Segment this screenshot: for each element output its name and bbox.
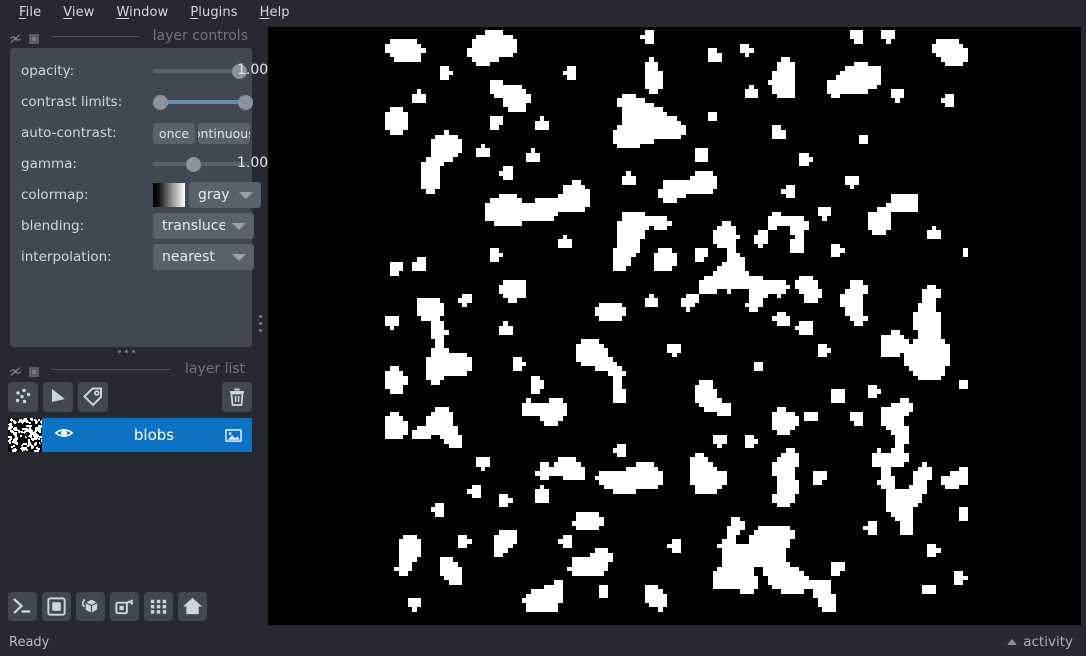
activity-button[interactable]: activity: [1007, 634, 1073, 650]
layer-buttons-row: [8, 382, 252, 412]
image-canvas[interactable]: [268, 27, 1081, 625]
layer-thumbnail: [8, 418, 42, 452]
blending-combobox[interactable]: translucent: [153, 213, 254, 239]
opacity-slider[interactable]: [153, 60, 247, 82]
menu-view[interactable]: View: [52, 3, 105, 22]
close-icon[interactable]: [28, 30, 41, 44]
labels-icon: [78, 385, 108, 409]
vertical-splitter-grip[interactable]: [259, 315, 262, 332]
dock-title-rule: [51, 368, 171, 370]
blending-label: blending:: [21, 218, 85, 234]
new-points-layer-button[interactable]: [8, 382, 38, 412]
layer-controls-label: layer controls: [152, 28, 248, 44]
close-icon[interactable]: [28, 363, 41, 377]
menu-window[interactable]: Window: [105, 3, 179, 22]
interpolation-combobox[interactable]: nearest: [153, 244, 254, 270]
menu-bar: File View Window Plugins Help: [0, 0, 1086, 24]
layer-name-label: blobs: [133, 426, 175, 444]
new-shapes-layer-button[interactable]: [43, 382, 73, 412]
trash-icon: [222, 385, 252, 409]
gamma-value: 1.00: [237, 155, 269, 171]
auto-contrast-continuous-label: continuous: [198, 125, 250, 141]
activity-label: activity: [1023, 634, 1073, 650]
console-icon: [8, 595, 37, 618]
status-message: Ready: [9, 634, 50, 650]
status-bar: Ready activity: [0, 628, 1086, 656]
contrast-limits-slider[interactable]: [153, 91, 253, 113]
menu-plugins[interactable]: Plugins: [179, 3, 248, 22]
layer-row-body[interactable]: blobs: [42, 418, 252, 452]
layer-list-label: layer list: [185, 361, 246, 377]
blending-row: translucent: [153, 213, 263, 239]
roll-dims-button[interactable]: [76, 592, 105, 621]
cube-roll-icon: [76, 595, 105, 618]
contrast-range-bar: [160, 100, 246, 104]
layer-list-dock-title: layer list: [0, 358, 258, 380]
layer-list-item-blobs[interactable]: blobs: [8, 418, 252, 452]
colormap-row: gray: [153, 182, 263, 208]
menu-help[interactable]: Help: [249, 3, 301, 22]
ndisplay-button[interactable]: [42, 592, 71, 621]
home-button[interactable]: [178, 592, 207, 621]
colormap-combobox[interactable]: gray: [189, 182, 261, 208]
contrast-limits-label: contrast limits:: [21, 94, 123, 110]
gamma-label: gamma:: [21, 156, 77, 172]
napari-viewer-window: File View Window Plugins Help layer cont…: [0, 0, 1086, 656]
gray-gradient-swatch: [153, 183, 185, 207]
opacity-label: opacity:: [21, 63, 75, 79]
square-2d-icon: [42, 595, 71, 618]
dock-title-rule: [51, 35, 139, 37]
shapes-icon: [43, 385, 73, 409]
menu-file[interactable]: File: [8, 3, 52, 22]
transpose-dims-button[interactable]: [110, 592, 139, 621]
opacity-row: 1.00: [153, 60, 268, 82]
contrast-high-handle[interactable]: [238, 95, 253, 110]
chevron-down-icon: [239, 192, 253, 199]
blending-value: translucent: [162, 218, 225, 234]
eye-icon[interactable]: [54, 423, 74, 447]
chevron-down-icon: [232, 254, 246, 261]
auto-contrast-label: auto-contrast:: [21, 125, 117, 141]
horizontal-splitter-grip[interactable]: [118, 350, 135, 353]
home-icon: [178, 595, 207, 618]
layer-controls-panel: opacity: 1.00 contrast limits: auto-cont…: [10, 48, 268, 347]
caret-up-icon: [1007, 639, 1018, 645]
contrast-limits-row: [153, 91, 263, 113]
interpolation-label: interpolation:: [21, 249, 112, 265]
interpolation-row: nearest: [153, 244, 263, 270]
chevron-down-icon: [232, 223, 246, 230]
points-icon: [8, 385, 38, 409]
auto-contrast-continuous-button[interactable]: continuous: [198, 122, 250, 144]
image-layer-icon: [225, 427, 242, 448]
colormap-value: gray: [198, 187, 230, 203]
delete-layer-button[interactable]: [222, 382, 252, 412]
transpose-icon: [110, 595, 139, 618]
auto-contrast-once-button[interactable]: once: [153, 122, 195, 144]
float-icon[interactable]: [9, 363, 22, 376]
console-button[interactable]: [8, 592, 37, 621]
auto-contrast-row: once continuous: [153, 122, 263, 144]
float-icon[interactable]: [9, 30, 22, 43]
grid-icon: [144, 595, 173, 618]
contrast-low-handle[interactable]: [153, 95, 168, 110]
opacity-value: 1.00: [237, 62, 269, 78]
grid-view-button[interactable]: [144, 592, 173, 621]
gamma-slider[interactable]: [153, 153, 247, 175]
colormap-label: colormap:: [21, 187, 89, 203]
layer-controls-dock-title: layer controls: [0, 25, 258, 47]
new-labels-layer-button[interactable]: [78, 382, 108, 412]
interpolation-value: nearest: [162, 249, 215, 265]
gamma-handle[interactable]: [186, 157, 201, 172]
viewer-buttons-row: [8, 592, 207, 621]
gamma-row: 1.00: [153, 153, 268, 175]
